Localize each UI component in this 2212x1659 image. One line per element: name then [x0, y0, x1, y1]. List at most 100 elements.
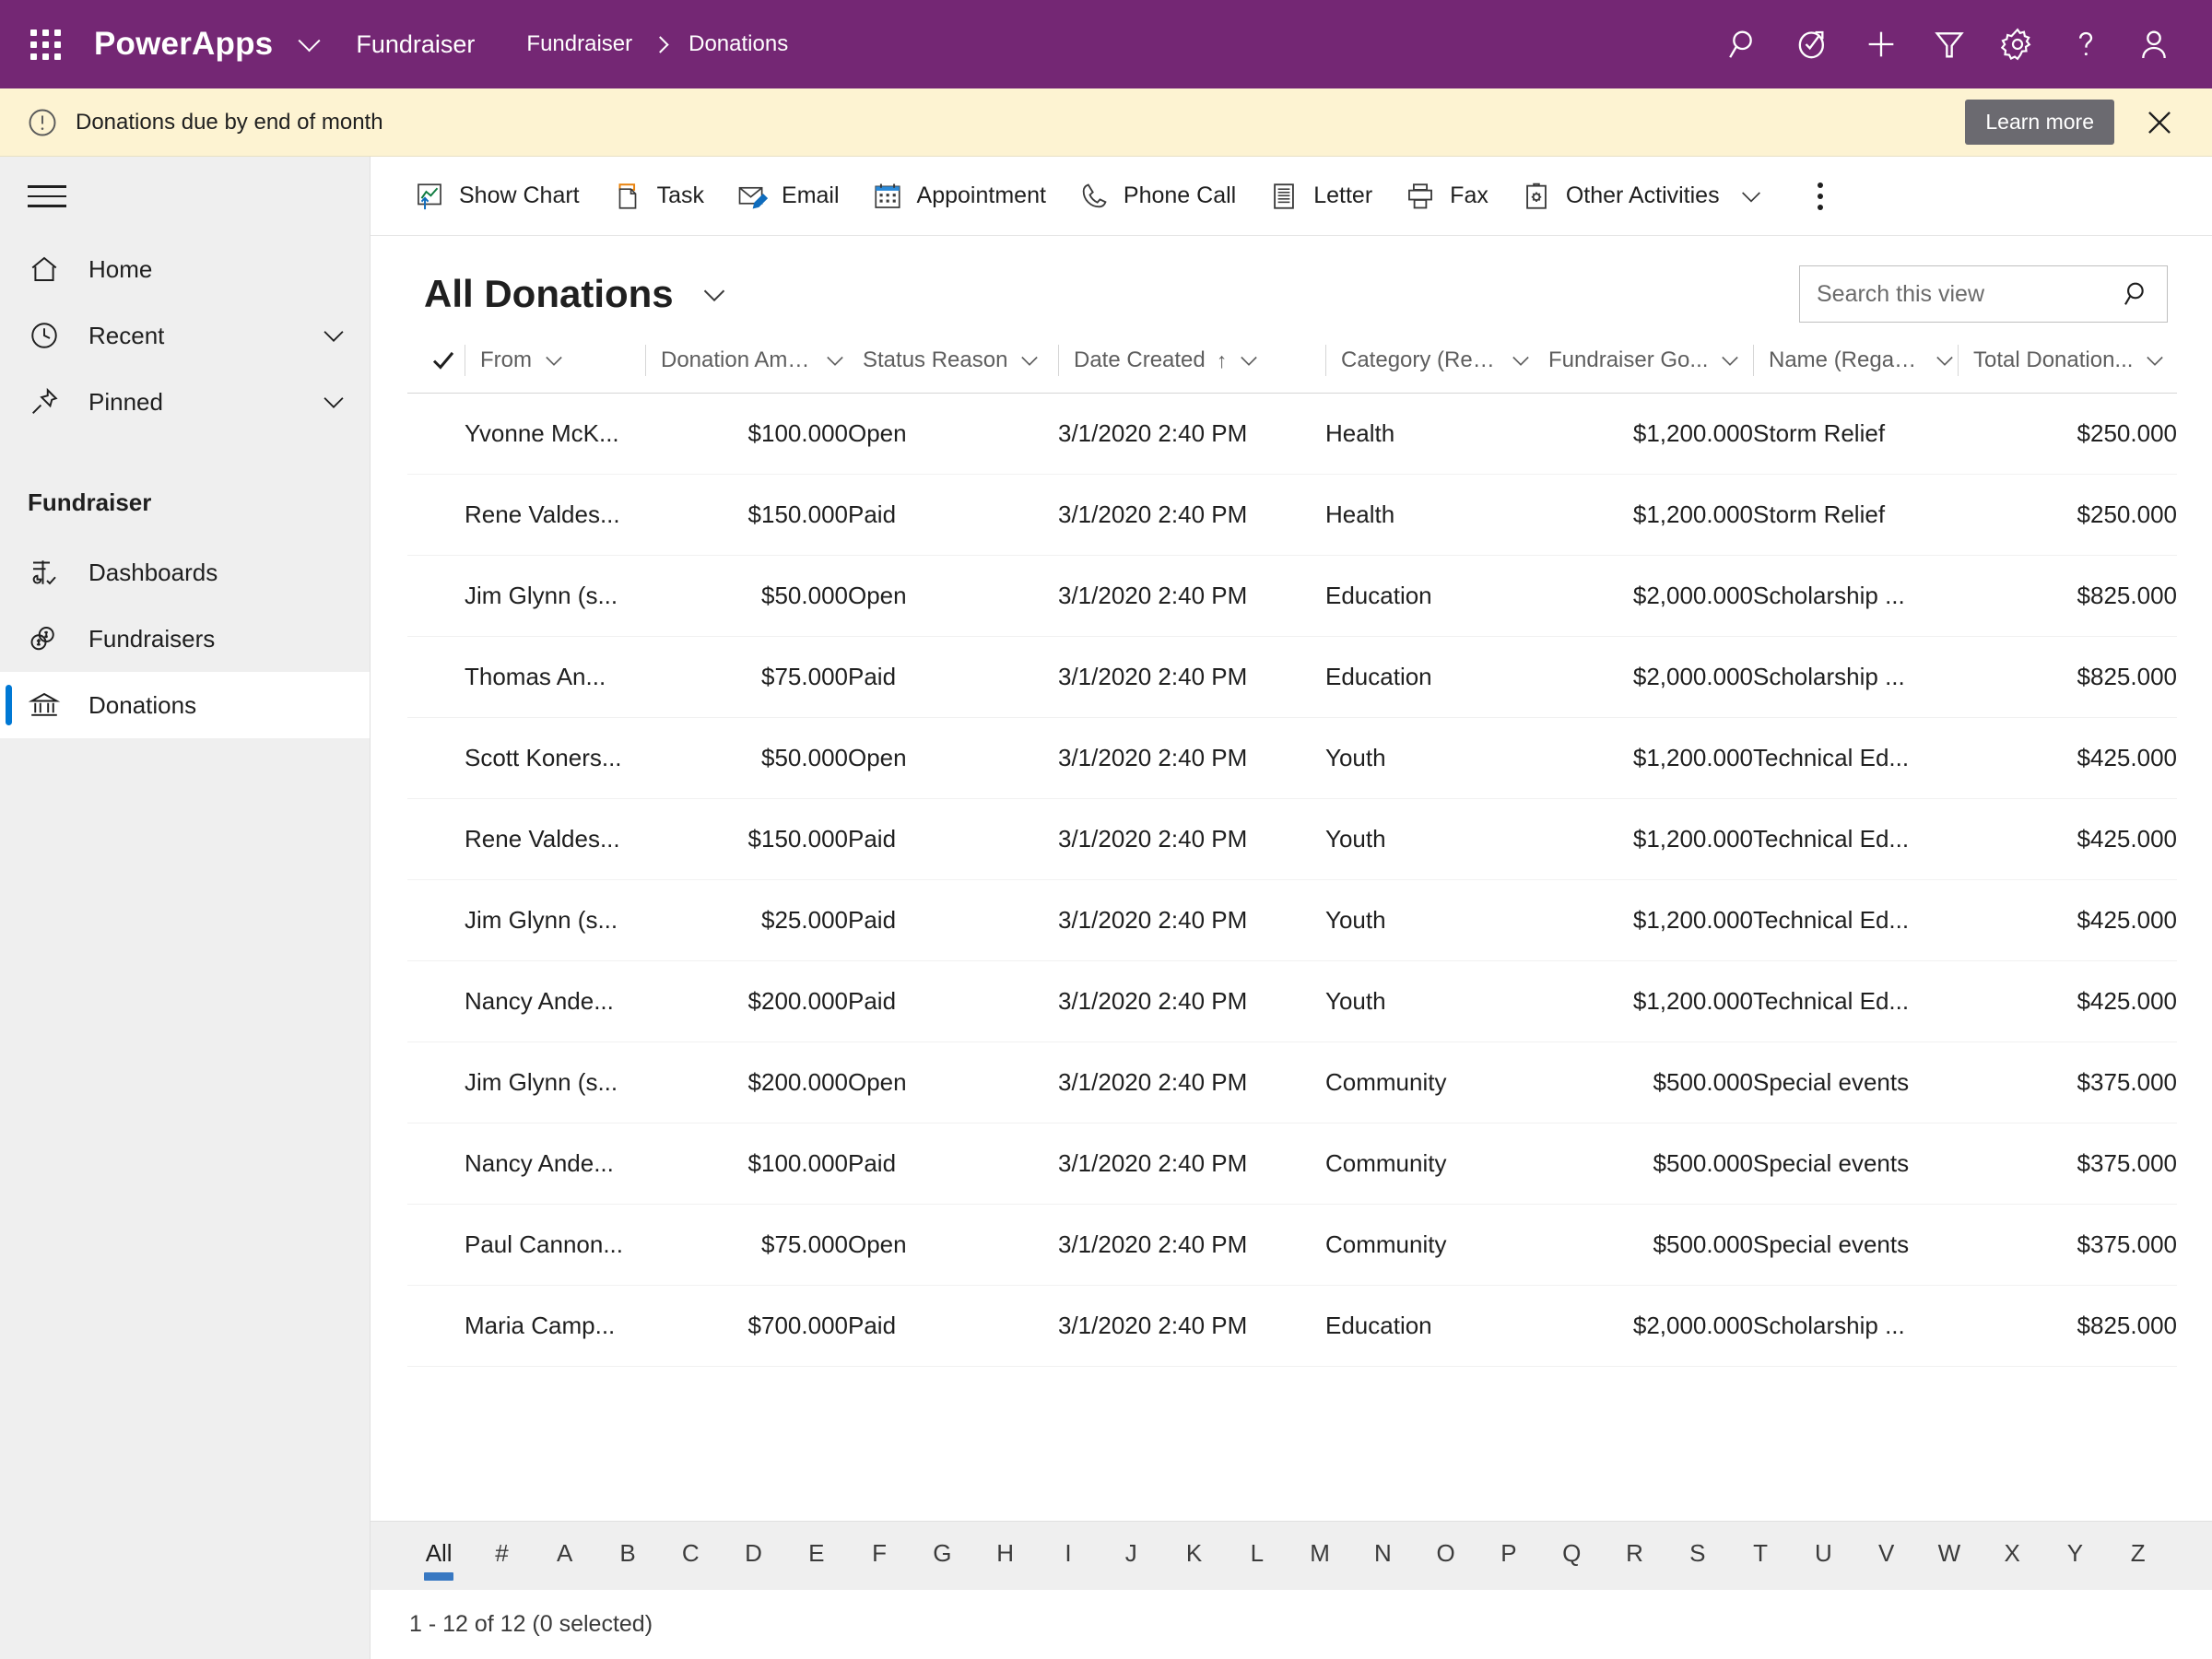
table-row[interactable]: Jim Glynn (s... $200.000 Open 3/1/2020 2:40… — [407, 1041, 2177, 1124]
hamburger-icon[interactable] — [0, 157, 370, 236]
cell-from[interactable]: Rene Valdes... — [465, 474, 645, 556]
row-select-checkbox[interactable] — [407, 474, 465, 556]
table-row[interactable]: Rene Valdes... $150.000 Paid 3/1/2020 2:40 … — [407, 474, 2177, 556]
plus-icon[interactable] — [1847, 10, 1915, 78]
sidebar-item-donations[interactable]: Donations — [0, 672, 370, 738]
table-row[interactable]: Scott Koners... $50.000 Open 3/1/2020 2:40 … — [407, 717, 2177, 799]
cell-from[interactable]: Jim Glynn (s... — [465, 555, 645, 637]
row-select-checkbox[interactable] — [407, 1285, 465, 1367]
row-select-checkbox[interactable] — [407, 636, 465, 718]
cell-from[interactable]: Jim Glynn (s... — [465, 1041, 645, 1124]
column-header-status-reason[interactable]: Status Reason — [848, 335, 1058, 394]
row-select-checkbox[interactable] — [407, 798, 465, 880]
task-button[interactable]: Task — [594, 168, 719, 225]
alpha-filter-w[interactable]: W — [1918, 1539, 1981, 1571]
sidebar-item-recent[interactable]: Recent — [0, 302, 370, 369]
appointment-button[interactable]: Appointment — [854, 168, 1061, 225]
select-all-header[interactable] — [407, 335, 465, 394]
cell-from[interactable]: Yvonne McK... — [465, 393, 645, 475]
alpha-filter-k[interactable]: K — [1162, 1539, 1225, 1571]
column-header-from[interactable]: From — [465, 335, 645, 394]
table-row[interactable]: Thomas An... $75.000 Paid 3/1/2020 2:40 PM E… — [407, 636, 2177, 718]
alpha-filter-t[interactable]: T — [1729, 1539, 1792, 1571]
chevron-down-icon[interactable] — [822, 347, 848, 373]
breadcrumb-parent[interactable]: Fundraiser — [526, 31, 632, 57]
chevron-down-icon[interactable] — [698, 277, 731, 311]
table-row[interactable]: Nancy Ande... $200.000 Paid 3/1/2020 2:40 P… — [407, 960, 2177, 1042]
cell-from[interactable]: Paul Cannon... — [465, 1204, 645, 1286]
email-button[interactable]: Email — [719, 168, 854, 225]
table-row[interactable]: Nancy Ande... $100.000 Paid 3/1/2020 2:40 P… — [407, 1123, 2177, 1205]
chevron-down-icon[interactable] — [1736, 182, 1766, 211]
app-name[interactable]: Fundraiser — [356, 30, 475, 59]
alpha-filter-e[interactable]: E — [785, 1539, 848, 1571]
chevron-down-icon[interactable] — [1017, 347, 1042, 373]
row-select-checkbox[interactable] — [407, 1123, 465, 1205]
person-icon[interactable] — [2120, 10, 2188, 78]
column-header-name-regarding[interactable]: Name (Regard... — [1753, 335, 1958, 394]
alpha-filter-hash[interactable]: # — [470, 1539, 533, 1571]
help-icon[interactable] — [2052, 10, 2120, 78]
sidebar-item-fundraisers[interactable]: Fundraisers — [0, 606, 370, 672]
column-header-fundraiser-goal[interactable]: Fundraiser Go... — [1534, 335, 1753, 394]
more-vertical-icon[interactable] — [1792, 168, 1849, 225]
alpha-filter-v[interactable]: V — [1854, 1539, 1917, 1571]
search-input[interactable] — [1817, 280, 2119, 308]
alpha-filter-j[interactable]: J — [1100, 1539, 1162, 1571]
sidebar-item-dashboards[interactable]: Dashboards — [0, 539, 370, 606]
alpha-filter-g[interactable]: G — [911, 1539, 973, 1571]
alpha-filter-m[interactable]: M — [1288, 1539, 1351, 1571]
learn-more-button[interactable]: Learn more — [1965, 100, 2114, 145]
chevron-down-icon[interactable] — [1508, 347, 1534, 373]
column-header-date-created[interactable]: Date Created ↑ — [1058, 335, 1325, 394]
alpha-filter-f[interactable]: F — [848, 1539, 911, 1571]
alpha-filter-i[interactable]: I — [1037, 1539, 1100, 1571]
cell-from[interactable]: Jim Glynn (s... — [465, 879, 645, 961]
alpha-filter-c[interactable]: C — [659, 1539, 722, 1571]
gear-icon[interactable] — [1983, 10, 2052, 78]
row-select-checkbox[interactable] — [407, 1204, 465, 1286]
cell-from[interactable]: Scott Koners... — [465, 717, 645, 799]
table-row[interactable]: Maria Camp... $700.000 Paid 3/1/2020 2:40 P… — [407, 1285, 2177, 1367]
sidebar-item-pinned[interactable]: Pinned — [0, 369, 370, 435]
cell-from[interactable]: Nancy Ande... — [465, 1123, 645, 1205]
row-select-checkbox[interactable] — [407, 393, 465, 475]
alpha-filter-b[interactable]: B — [596, 1539, 659, 1571]
cell-from[interactable]: Nancy Ande... — [465, 960, 645, 1042]
fax-button[interactable]: Fax — [1387, 168, 1503, 225]
alpha-filter-n[interactable]: N — [1351, 1539, 1414, 1571]
alpha-filter-l[interactable]: L — [1226, 1539, 1288, 1571]
alpha-filter-s[interactable]: S — [1666, 1539, 1729, 1571]
breadcrumb-current[interactable]: Donations — [688, 31, 788, 57]
alpha-filter-o[interactable]: O — [1415, 1539, 1477, 1571]
alpha-filter-d[interactable]: D — [722, 1539, 784, 1571]
search-icon[interactable] — [2119, 278, 2156, 310]
column-header-total-donation[interactable]: Total Donation... — [1958, 335, 2177, 394]
table-row[interactable]: Paul Cannon... $75.000 Open 3/1/2020 2:40 P… — [407, 1204, 2177, 1286]
alpha-filter-all[interactable]: All — [407, 1539, 470, 1571]
alpha-filter-p[interactable]: P — [1477, 1539, 1540, 1571]
row-select-checkbox[interactable] — [407, 555, 465, 637]
row-select-checkbox[interactable] — [407, 717, 465, 799]
letter-button[interactable]: Letter — [1251, 168, 1387, 225]
alpha-filter-u[interactable]: U — [1792, 1539, 1854, 1571]
alpha-filter-x[interactable]: X — [1981, 1539, 2043, 1571]
chevron-down-icon[interactable] — [541, 347, 567, 373]
search-view-box[interactable] — [1799, 265, 2168, 323]
chevron-down-icon[interactable] — [1932, 347, 1958, 373]
chevron-down-icon[interactable] — [1717, 347, 1743, 373]
row-select-checkbox[interactable] — [407, 879, 465, 961]
cell-from[interactable]: Thomas An... — [465, 636, 645, 718]
table-row[interactable]: Rene Valdes... $150.000 Paid 3/1/2020 2:40 … — [407, 798, 2177, 880]
cell-from[interactable]: Rene Valdes... — [465, 798, 645, 880]
chevron-down-icon[interactable] — [1236, 347, 1262, 373]
checkmark-icon[interactable] — [407, 345, 465, 376]
show-chart-button[interactable]: Show Chart — [396, 168, 594, 225]
chevron-down-icon[interactable] — [318, 386, 349, 418]
chevron-down-icon[interactable] — [2142, 347, 2168, 373]
close-icon[interactable] — [2127, 95, 2192, 150]
sidebar-item-home[interactable]: Home — [0, 236, 370, 302]
alpha-filter-h[interactable]: H — [974, 1539, 1037, 1571]
alpha-filter-q[interactable]: Q — [1540, 1539, 1603, 1571]
column-header-category[interactable]: Category (Reg... — [1325, 335, 1534, 394]
